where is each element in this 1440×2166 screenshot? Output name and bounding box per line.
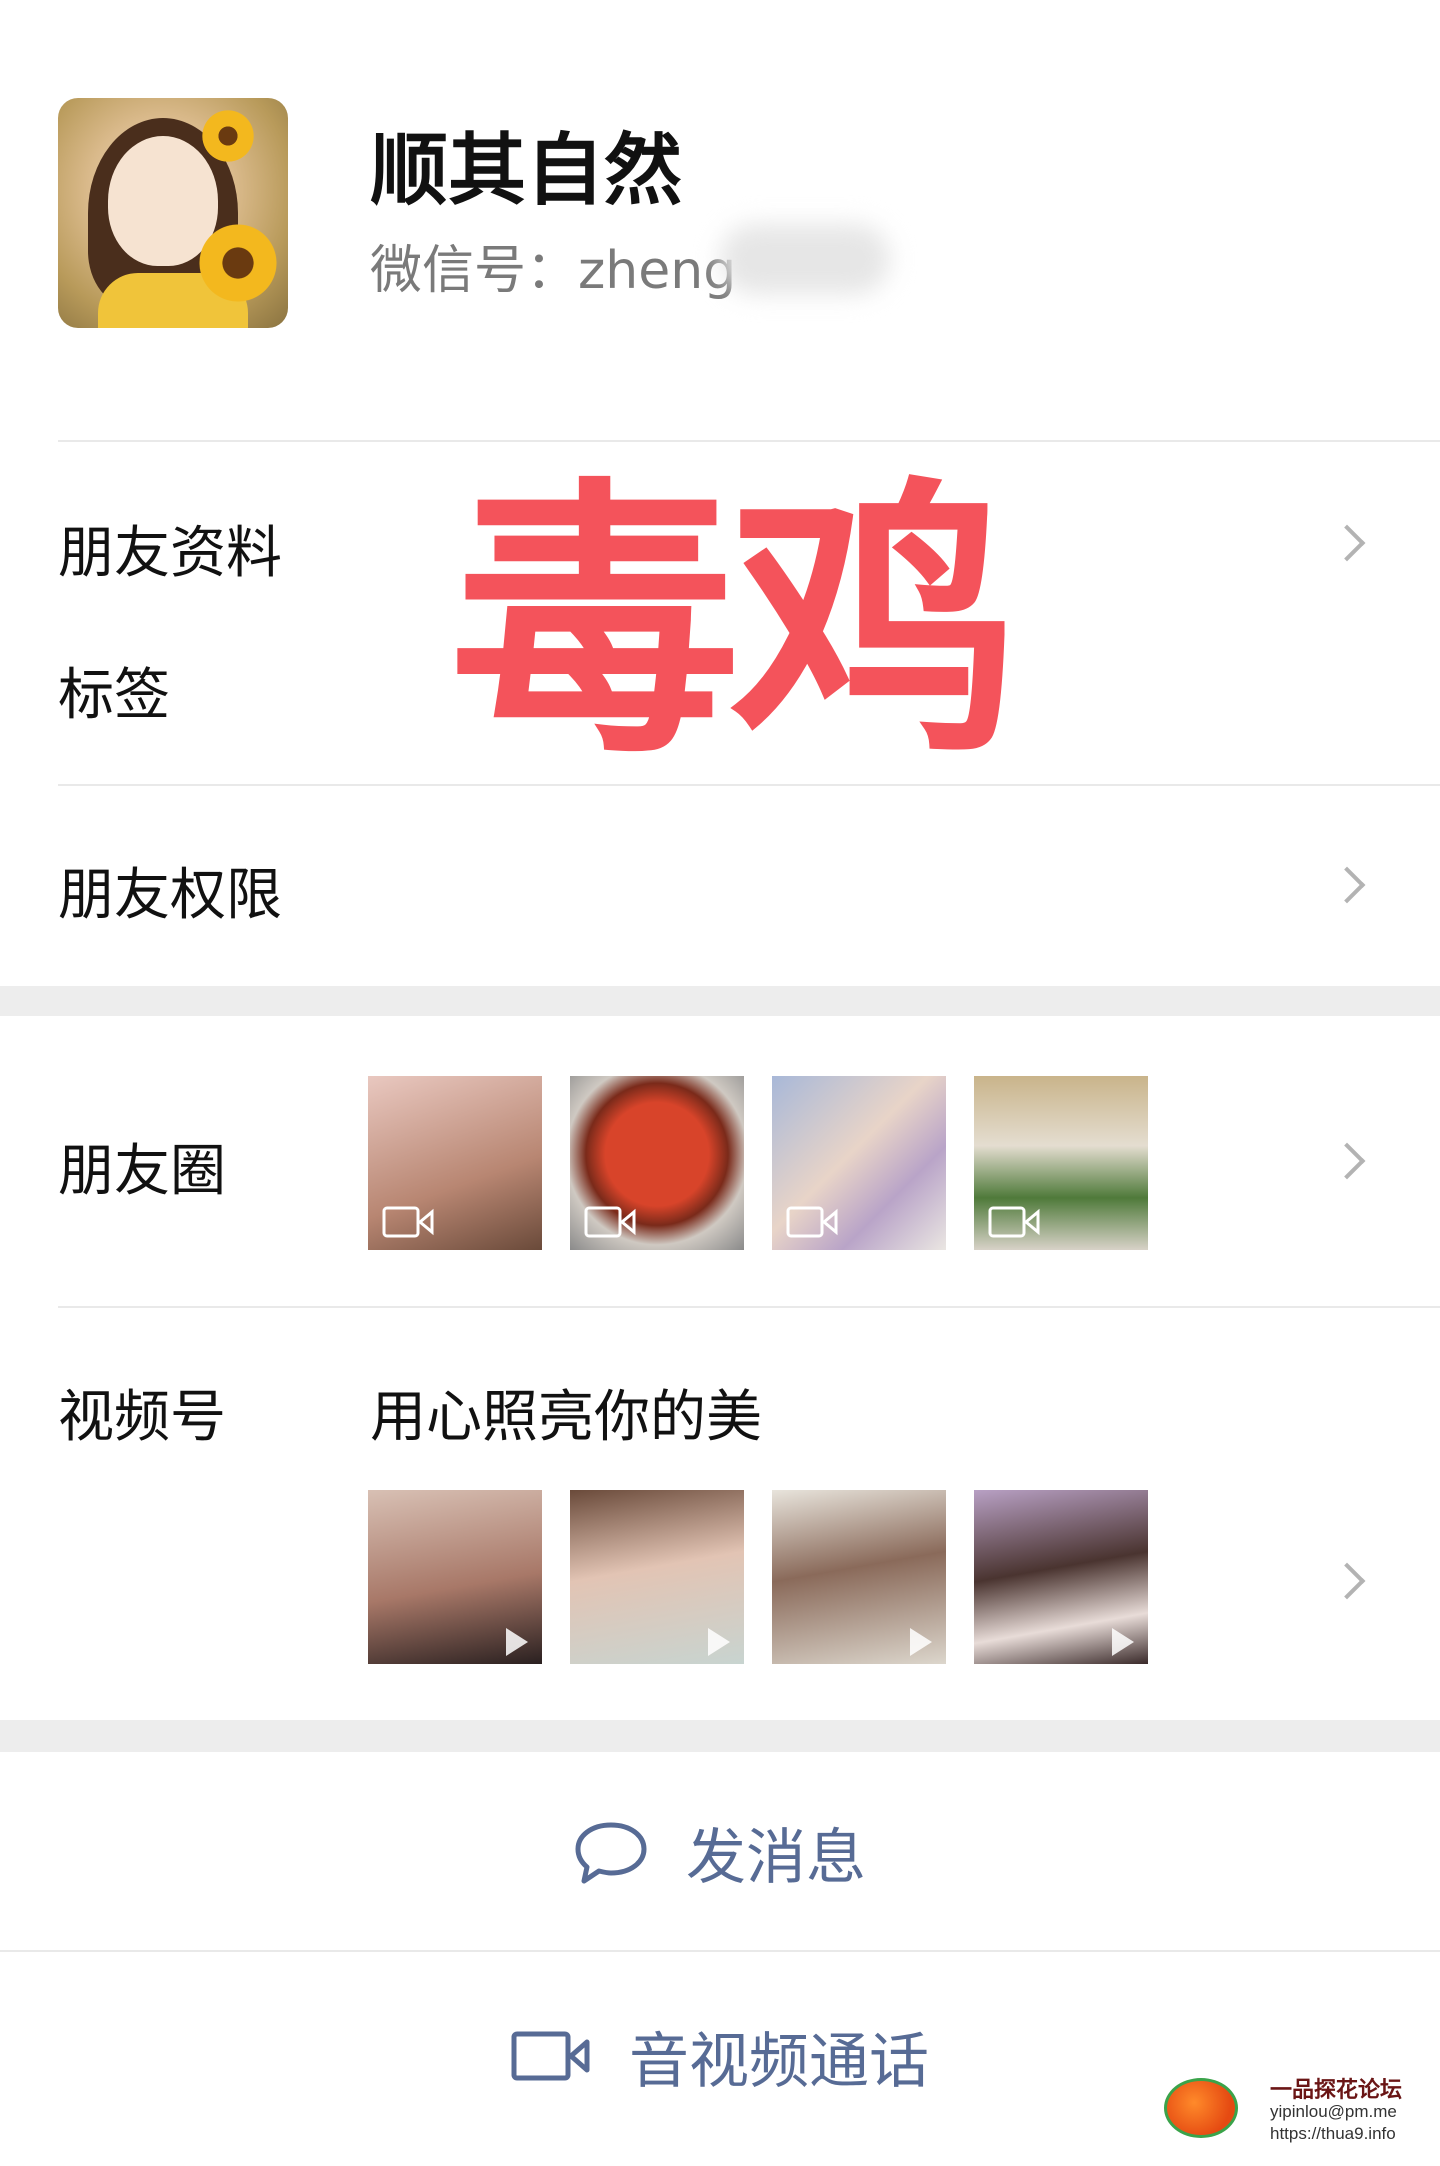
channel-video-thumbnail[interactable] <box>368 1490 542 1664</box>
video-icon <box>584 1206 636 1238</box>
moments-row[interactable]: 朋友圈 <box>58 1126 226 1207</box>
video-icon <box>382 1206 434 1238</box>
moments-thumbnail[interactable] <box>772 1076 946 1250</box>
sunflower-image <box>193 218 283 308</box>
channels-row[interactable]: 视频号 <box>58 1372 226 1453</box>
send-message-button[interactable]: 发消息 <box>0 1800 1440 1904</box>
section-gap <box>0 1720 1440 1752</box>
chat-bubble-icon <box>575 1822 647 1884</box>
video-icon <box>988 1206 1040 1238</box>
friend-info-row[interactable]: 朋友资料 <box>58 508 282 589</box>
play-icon <box>506 1628 528 1656</box>
channel-video-thumbnail[interactable] <box>772 1490 946 1664</box>
section-gap <box>0 986 1440 1016</box>
forum-email: yipinlou@pm.me <box>1270 2102 1397 2121</box>
contact-name: 顺其自然 <box>370 126 683 216</box>
divider <box>58 1306 1440 1308</box>
contact-profile-page: 顺其自然 微信号：zheng 朋友资料 标签 毒鸡 朋友权限 朋友圈 视频号 用… <box>0 0 1440 2166</box>
forum-logo <box>1164 2078 1238 2138</box>
friend-permissions-row[interactable]: 朋友权限 <box>58 850 282 931</box>
chevron-right-icon <box>1328 1562 1366 1600</box>
moments-thumbnail[interactable] <box>368 1076 542 1250</box>
divider <box>58 784 1440 786</box>
overlay-text: 毒鸡 <box>450 456 1020 793</box>
id-blur-mask <box>720 224 890 294</box>
channel-video-thumbnail[interactable] <box>974 1490 1148 1664</box>
avatar[interactable] <box>58 98 288 328</box>
moments-thumbnail[interactable] <box>974 1076 1148 1250</box>
video-call-label: 音视频通话 <box>629 2026 929 2097</box>
tags-label[interactable]: 标签 <box>58 650 170 731</box>
chevron-right-icon <box>1328 1142 1366 1180</box>
forum-url: https://thua9.info <box>1270 2124 1396 2143</box>
play-icon <box>708 1628 730 1656</box>
play-icon <box>910 1628 932 1656</box>
chevron-right-icon <box>1328 866 1366 904</box>
chevron-right-icon <box>1328 524 1366 562</box>
moments-thumbnail[interactable] <box>570 1076 744 1250</box>
divider <box>0 1950 1440 1952</box>
channels-description: 用心照亮你的美 <box>370 1385 762 1450</box>
video-camera-icon <box>511 2031 590 2081</box>
divider <box>58 440 1440 442</box>
video-icon <box>786 1206 838 1238</box>
forum-name: 一品探花论坛 <box>1270 2077 1403 2102</box>
send-message-label: 发消息 <box>686 1822 866 1893</box>
channel-video-thumbnail[interactable] <box>570 1490 744 1664</box>
wechat-id: 微信号：zheng <box>370 241 737 301</box>
play-icon <box>1112 1628 1134 1656</box>
